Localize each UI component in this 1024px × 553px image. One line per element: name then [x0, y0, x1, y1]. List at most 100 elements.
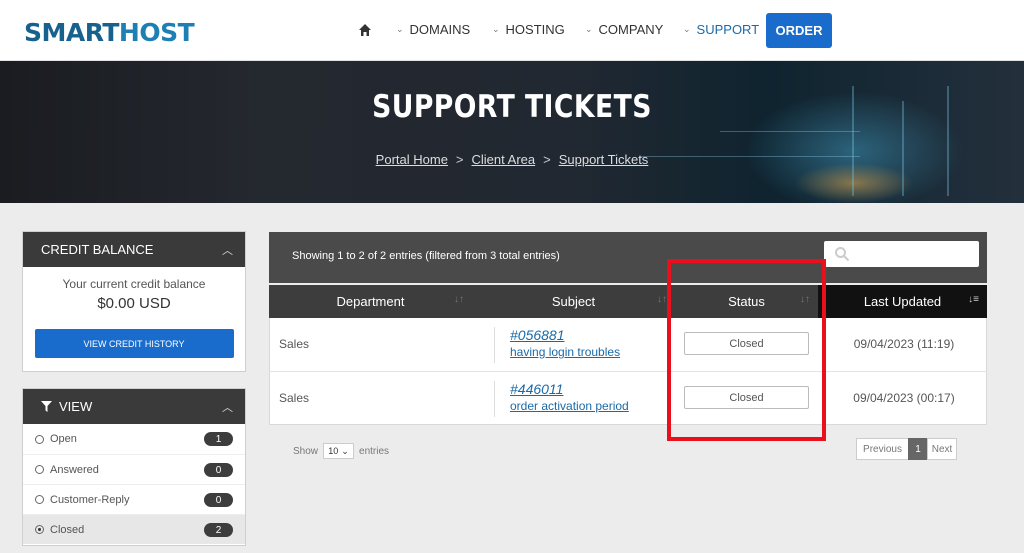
sort-icon: ↓↑: [454, 294, 464, 305]
hero-glow: [794, 163, 914, 203]
ticket-subject-cell: #446011 order activation period: [494, 381, 629, 417]
nav-company[interactable]: ⌄ COMPANY: [585, 22, 663, 37]
table-header: Department ↓↑ Subject ↓↑ Status ↓↑ Last Upd…: [269, 285, 987, 318]
ticket-last-updated: 09/04/2023 (00:17): [853, 391, 955, 405]
status-badge: Closed: [684, 332, 809, 355]
nav-domains-label: DOMAINS: [409, 22, 471, 37]
column-header-label: Last Updated: [863, 294, 942, 309]
chevron-down-icon: ⌄: [683, 24, 691, 34]
page-length-value: 10: [328, 446, 339, 456]
breadcrumb-support-tickets[interactable]: Support Tickets: [559, 152, 649, 167]
chevron-down-icon: ⌄: [341, 445, 349, 456]
page-length-select[interactable]: 10 ⌄: [323, 443, 355, 459]
breadcrumb-client-area[interactable]: Client Area: [472, 152, 536, 167]
sort-icon: ↓↑: [657, 294, 667, 305]
nav-hosting[interactable]: ⌄ HOSTING: [492, 22, 565, 37]
credit-balance-body: Your current credit balance $0.00 USD VI…: [23, 267, 245, 358]
column-header-label: Status: [728, 294, 765, 309]
search-icon: [835, 247, 850, 262]
credit-balance-title: CREDIT BALANCE: [41, 242, 154, 257]
table-info-text: Showing 1 to 2 of 2 entries (filtered fr…: [292, 250, 560, 262]
view-credit-history-button[interactable]: VIEW CREDIT HISTORY: [34, 329, 234, 358]
table-row[interactable]: Sales #056881 having login troubles Clos…: [270, 318, 986, 371]
chevron-up-icon[interactable]: ︿: [222, 399, 233, 415]
sort-descending-icon: ↓≡: [968, 294, 979, 305]
view-filter-header[interactable]: VIEW ︿: [23, 389, 245, 424]
column-header-label: Department: [336, 294, 405, 309]
order-button[interactable]: ORDER: [766, 13, 832, 48]
view-filter-title: VIEW: [59, 399, 93, 414]
filter-label: Open: [50, 433, 77, 445]
breadcrumb-portal-home[interactable]: Portal Home: [376, 152, 448, 167]
hero-decoration: [720, 131, 860, 132]
logo-text-main: SMART: [24, 18, 119, 47]
filter-label: Customer-Reply: [50, 493, 130, 506]
entries-label: entries: [359, 445, 390, 457]
pagination-previous-button[interactable]: Previous: [856, 438, 909, 460]
filter-label: Closed: [50, 523, 85, 536]
credit-balance-amount: $0.00 USD: [97, 295, 171, 312]
tickets-table-body: Sales #056881 having login troubles Clos…: [269, 318, 987, 425]
radio-icon[interactable]: [35, 495, 44, 504]
radio-icon[interactable]: [35, 434, 44, 444]
ticket-subject-link[interactable]: having login troubles: [510, 345, 620, 359]
sort-icon: ↓↑: [800, 294, 810, 305]
filter-icon: [41, 401, 52, 412]
filter-item-customer-reply[interactable]: Customer-Reply 0: [23, 484, 245, 514]
filter-count-badge: 2: [204, 523, 233, 537]
filter-item-closed[interactable]: Closed 2: [23, 514, 245, 544]
nav-hosting-label: HOSTING: [505, 22, 565, 37]
chevron-down-icon: ⌄: [396, 24, 404, 34]
table-toolbar: Showing 1 to 2 of 2 entries (filtered fr…: [269, 232, 987, 283]
filter-count-badge: 0: [204, 493, 233, 507]
page-title: SUPPORT TICKETS: [372, 89, 652, 125]
chevron-down-icon: ⌄: [492, 24, 500, 34]
ticket-department: Sales: [279, 337, 310, 351]
chevron-down-icon: ⌄: [585, 24, 593, 34]
search-input[interactable]: [824, 241, 979, 267]
table-row[interactable]: Sales #446011 order activation period Cl…: [270, 371, 986, 424]
logo-text-accent: HOST: [118, 18, 195, 47]
filter-item-open[interactable]: Open 1: [23, 424, 245, 454]
nav-support[interactable]: ⌄ SUPPORT: [683, 22, 759, 37]
credit-balance-label: Your current credit balance: [62, 277, 206, 291]
show-label: Show: [293, 445, 319, 457]
column-header-label: Subject: [551, 294, 596, 309]
top-navbar: SMARTHOST ⌄ DOMAINS ⌄ HOSTING ⌄ COMPANY ⌄ SU…: [0, 0, 1024, 61]
pagination: Previous 1 Next: [856, 438, 957, 460]
nav-support-label: SUPPORT: [696, 22, 760, 37]
column-header-last-updated[interactable]: Last Updated ↓≡: [818, 285, 987, 318]
ticket-last-updated: 09/04/2023 (11:19): [853, 337, 955, 351]
credit-balance-panel: CREDIT BALANCE ︿ Your current credit bal…: [22, 231, 246, 372]
pagination-page-button[interactable]: 1: [908, 438, 928, 460]
chevron-up-icon[interactable]: ︿: [222, 242, 233, 258]
status-badge: Closed: [684, 386, 809, 409]
view-filter-panel: VIEW ︿ Open 1 Answered 0 Customer-Reply 0 C…: [22, 388, 246, 546]
breadcrumb-separator: >: [543, 152, 551, 167]
radio-icon[interactable]: [35, 525, 44, 534]
breadcrumb-separator: >: [455, 152, 464, 167]
smarthost-logo[interactable]: SMARTHOST: [24, 18, 195, 47]
column-header-department[interactable]: Department ↓↑: [269, 285, 472, 318]
hero-banner: SUPPORT TICKETS Portal Home > Client Area >…: [0, 61, 1024, 203]
nav-company-label: COMPANY: [598, 22, 664, 37]
ticket-subject-link[interactable]: order activation period: [510, 399, 629, 413]
column-header-subject[interactable]: Subject ↓↑: [472, 285, 675, 318]
ticket-id-link[interactable]: #056881: [510, 327, 620, 343]
ticket-subject-cell: #056881 having login troubles: [494, 327, 620, 363]
filter-count-badge: 1: [204, 432, 233, 446]
filter-count-badge: 0: [204, 463, 233, 477]
filter-label: Answered: [50, 463, 99, 476]
page-length-control: Show 10 ⌄ entries: [293, 443, 389, 459]
view-filter-list: Open 1 Answered 0 Customer-Reply 0 Closed 2: [23, 424, 245, 544]
filter-item-answered[interactable]: Answered 0: [23, 454, 245, 484]
column-header-status[interactable]: Status ↓↑: [675, 285, 818, 318]
breadcrumb: Portal Home > Client Area > Support Tickets: [0, 152, 1024, 167]
ticket-department: Sales: [279, 391, 310, 405]
credit-balance-header[interactable]: CREDIT BALANCE ︿: [23, 232, 245, 267]
ticket-id-link[interactable]: #446011: [510, 381, 629, 397]
nav-domains[interactable]: ⌄ DOMAINS: [396, 22, 470, 37]
pagination-next-button[interactable]: Next: [927, 438, 957, 460]
home-icon[interactable]: [358, 23, 372, 37]
radio-icon[interactable]: [35, 465, 44, 474]
